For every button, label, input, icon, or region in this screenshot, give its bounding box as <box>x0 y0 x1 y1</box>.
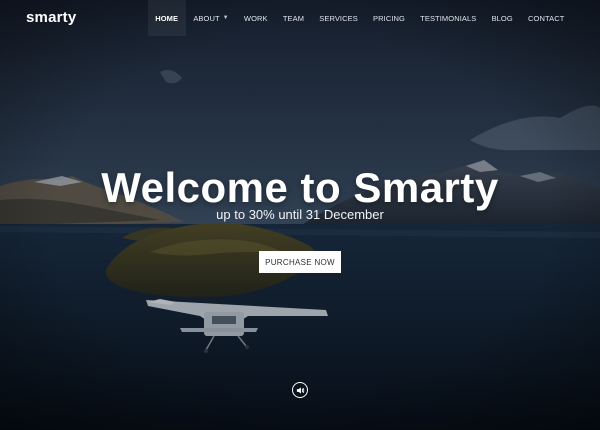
purchase-now-button[interactable]: PURCHASE NOW <box>259 251 341 273</box>
hero-subtitle: up to 30% until 31 December <box>216 207 384 222</box>
nav-item-label: SERVICES <box>319 13 358 23</box>
nav-item-services[interactable]: SERVICES <box>312 0 366 36</box>
sound-toggle-button[interactable] <box>292 382 308 398</box>
nav-item-home[interactable]: HOME <box>147 0 186 36</box>
nav-item-label: BLOG <box>491 13 513 23</box>
nav-item-blog[interactable]: BLOG <box>484 0 520 36</box>
nav-item-about[interactable]: ABOUT ▼ <box>186 0 237 36</box>
nav-item-label: CONTACT <box>528 13 565 23</box>
nav-item-team[interactable]: TEAM <box>275 0 311 36</box>
nav-item-label: WORK <box>243 13 268 23</box>
nav-item-contact[interactable]: CONTACT <box>520 0 572 36</box>
chevron-down-icon: ▼ <box>222 15 229 21</box>
nav-item-label: TESTIMONIALS <box>420 13 477 23</box>
nav-item-label: ABOUT <box>193 13 220 23</box>
nav-item-pricing[interactable]: PRICING <box>365 0 412 36</box>
speaker-icon <box>296 386 304 394</box>
nav-item-work[interactable]: WORK <box>236 0 275 36</box>
hero-section: smarty HOME ABOUT ▼ WORK TEAM SERVICES P… <box>0 0 600 430</box>
hero-title: Welcome to Smarty <box>101 164 499 211</box>
nav-item-label: PRICING <box>373 13 405 23</box>
nav-item-label: TEAM <box>282 13 305 23</box>
main-nav: HOME ABOUT ▼ WORK TEAM SERVICES PRICING … <box>147 0 572 36</box>
nav-item-label: HOME <box>155 13 179 23</box>
top-navigation-bar: smarty HOME ABOUT ▼ WORK TEAM SERVICES P… <box>0 0 600 36</box>
brand-logo[interactable]: smarty <box>26 9 76 26</box>
nav-item-testimonials[interactable]: TESTIMONIALS <box>413 0 484 36</box>
